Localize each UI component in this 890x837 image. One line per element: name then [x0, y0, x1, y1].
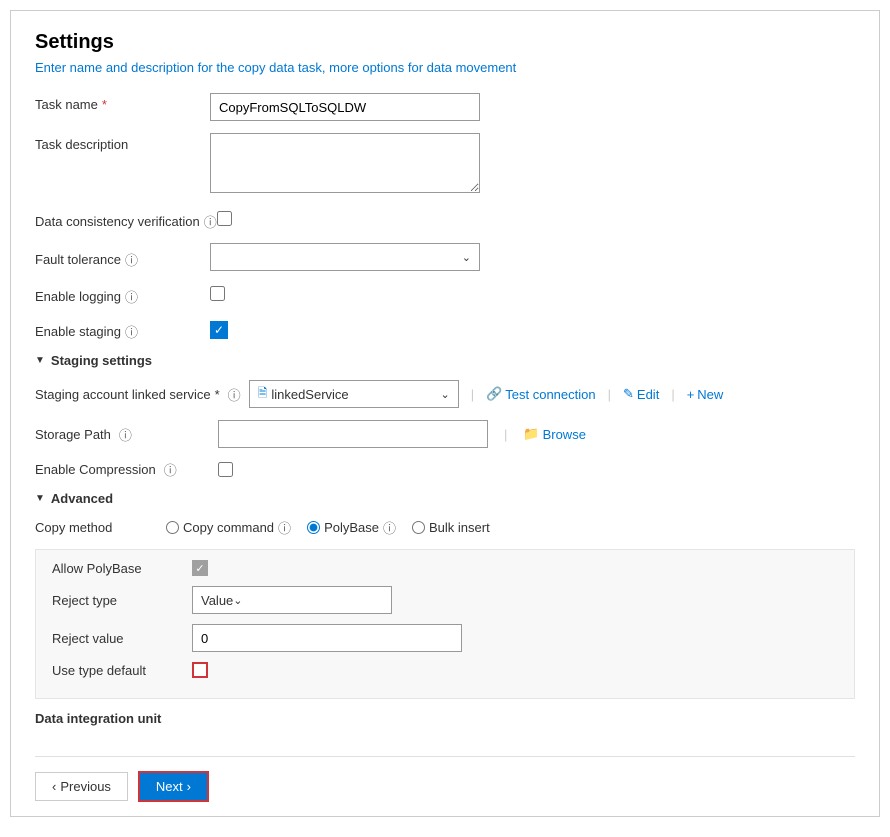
linked-service-value: linkedService — [271, 387, 440, 402]
new-link[interactable]: + New — [687, 387, 724, 402]
reject-type-dropdown[interactable]: Value ⌄ — [192, 586, 392, 614]
copy-method-label: Copy method — [35, 520, 150, 535]
advanced-title: Advanced — [51, 491, 113, 506]
next-icon: › — [187, 779, 191, 794]
test-connection-icon: 🔗 — [486, 386, 502, 402]
separator3: | — [671, 387, 674, 402]
use-type-default-label: Use type default — [52, 663, 192, 678]
polybase-info-icon[interactable]: ⓘ — [383, 518, 396, 537]
fault-tolerance-info-icon[interactable]: ⓘ — [125, 250, 138, 269]
enable-staging-info-icon[interactable]: ⓘ — [125, 322, 138, 341]
staging-linked-service-dropdown[interactable]: 🗎 linkedService ⌄ — [249, 380, 459, 408]
storage-path-input[interactable] — [218, 420, 488, 448]
previous-button[interactable]: ‹ Previous — [35, 772, 128, 801]
fault-tolerance-arrow-icon: ⌄ — [462, 251, 471, 264]
reject-value-input[interactable] — [192, 624, 462, 652]
enable-logging-label: Enable logging ⓘ — [35, 283, 210, 306]
staging-account-info-icon[interactable]: ⓘ — [228, 385, 241, 404]
bulk-insert-option[interactable]: Bulk insert — [412, 520, 490, 535]
copy-command-option[interactable]: Copy command ⓘ — [166, 518, 291, 537]
separator1: | — [471, 387, 474, 402]
polybase-label: PolyBase — [324, 520, 379, 535]
linked-service-icon: 🗎 — [258, 384, 268, 405]
bulk-insert-label: Bulk insert — [429, 520, 490, 535]
enable-logging-info-icon[interactable]: ⓘ — [125, 287, 138, 306]
new-icon: + — [687, 387, 695, 402]
data-integration-label: Data integration unit — [35, 711, 855, 726]
edit-icon: ✎ — [623, 386, 634, 402]
staging-settings-title: Staging settings — [51, 353, 152, 368]
use-type-default-checkbox[interactable] — [192, 662, 208, 678]
data-consistency-label: Data consistency verification ⓘ — [35, 208, 217, 231]
advanced-collapse-icon[interactable]: ▼ — [35, 493, 45, 504]
advanced-section: ▼ Advanced — [35, 491, 855, 506]
browse-link[interactable]: 📁 Browse — [523, 426, 586, 442]
reject-type-value: Value — [201, 593, 233, 608]
enable-compression-label: Enable Compression ⓘ — [35, 460, 210, 479]
polybase-radio[interactable] — [307, 521, 320, 534]
reject-type-label: Reject type — [52, 593, 192, 608]
bulk-insert-radio[interactable] — [412, 521, 425, 534]
copy-command-info-icon[interactable]: ⓘ — [278, 518, 291, 537]
allow-polybase-checkbox[interactable]: ✓ — [192, 560, 208, 576]
storage-path-info-icon[interactable]: ⓘ — [119, 425, 132, 444]
staging-settings-section: ▼ Staging settings — [35, 353, 855, 368]
staging-collapse-icon[interactable]: ▼ — [35, 355, 45, 366]
allow-polybase-label: Allow PolyBase — [52, 561, 192, 576]
separator4: | — [504, 427, 507, 442]
linked-service-arrow-icon: ⌄ — [440, 388, 449, 401]
required-marker: * — [102, 97, 107, 112]
separator2: | — [608, 387, 611, 402]
polybase-option[interactable]: PolyBase ⓘ — [307, 518, 396, 537]
browse-icon: 📁 — [523, 426, 539, 442]
test-connection-link[interactable]: 🔗 Test connection — [486, 386, 596, 402]
previous-icon: ‹ — [52, 779, 56, 794]
data-consistency-checkbox[interactable] — [217, 211, 232, 226]
enable-logging-checkbox[interactable] — [210, 286, 225, 301]
enable-compression-info-icon[interactable]: ⓘ — [164, 460, 177, 479]
reject-type-arrow-icon: ⌄ — [233, 594, 242, 607]
staging-required-marker: * — [215, 387, 220, 402]
storage-path-label: Storage Path ⓘ — [35, 425, 210, 444]
task-name-input[interactable] — [210, 93, 480, 121]
task-description-label: Task description — [35, 133, 210, 152]
enable-compression-checkbox[interactable] — [218, 462, 233, 477]
data-consistency-info-icon[interactable]: ⓘ — [204, 212, 217, 231]
edit-link[interactable]: ✎ Edit — [623, 386, 659, 402]
footer: ‹ Previous Next › — [35, 756, 855, 816]
polybase-settings-panel: Allow PolyBase ✓ Reject type Value ⌄ Rej… — [35, 549, 855, 699]
reject-value-label: Reject value — [52, 631, 192, 646]
copy-command-radio[interactable] — [166, 521, 179, 534]
next-button[interactable]: Next › — [138, 771, 209, 802]
task-name-label: Task name * — [35, 93, 210, 112]
task-description-input[interactable] — [210, 133, 480, 193]
subtitle[interactable]: Enter name and description for the copy … — [35, 60, 855, 75]
fault-tolerance-dropdown[interactable]: ⌄ — [210, 243, 480, 271]
fault-tolerance-label: Fault tolerance ⓘ — [35, 246, 210, 269]
enable-staging-label: Enable staging ⓘ — [35, 318, 210, 341]
enable-staging-checkbox[interactable]: ✓ — [210, 321, 228, 339]
page-title: Settings — [35, 31, 855, 54]
copy-command-label: Copy command — [183, 520, 274, 535]
staging-account-label: Staging account linked service * ⓘ — [35, 385, 241, 404]
